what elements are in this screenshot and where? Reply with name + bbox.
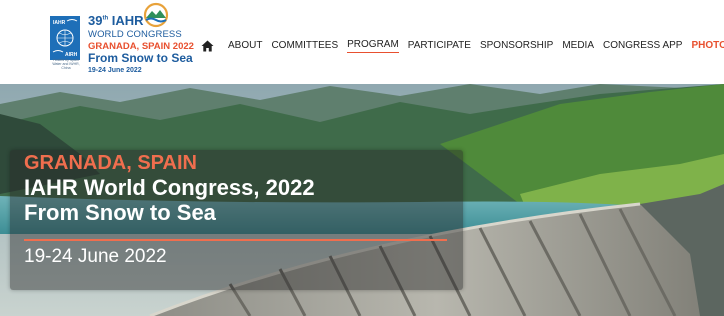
home-icon[interactable] (200, 39, 214, 53)
hero-theme: From Snow to Sea (24, 200, 216, 225)
hero-dates: 19-24 June 2022 (24, 246, 167, 267)
nav-media[interactable]: MEDIA (562, 40, 594, 53)
badge-note: Hosted by Spain Water and IWHR, China (52, 58, 80, 70)
nav-congress-app[interactable]: CONGRESS APP (603, 40, 682, 53)
badge-top-text: IAHR (53, 20, 66, 26)
hero-banner: GRANADA, SPAIN IAHR World Congress, 2022… (0, 84, 724, 316)
logo-edition: 39th IAHR (88, 13, 144, 28)
nav-committees[interactable]: COMMITTEES (271, 40, 338, 53)
hero-title: IAHR World Congress, 2022 (24, 175, 315, 200)
congress-logo[interactable]: IAHR AIRH Hosted by Spain Water and IWHR… (50, 2, 194, 82)
logo-world-congress: WORLD CONGRESS (88, 29, 182, 40)
site-header: IAHR AIRH Hosted by Spain Water and IWHR… (0, 0, 724, 84)
nav-program[interactable]: PROGRAM (347, 39, 399, 53)
hero-text-panel: GRANADA, SPAIN IAHR World Congress, 2022… (10, 150, 463, 290)
iahr-badge-icon: IAHR AIRH (50, 16, 80, 60)
mountain-sun-emblem-icon (143, 2, 169, 28)
hero-divider (24, 239, 447, 241)
nav-participate[interactable]: PARTICIPATE (408, 40, 471, 53)
main-nav: ABOUT COMMITTEES PROGRAM PARTICIPATE SPO… (200, 36, 724, 56)
nav-about[interactable]: ABOUT (228, 40, 262, 53)
hero-city: GRANADA, SPAIN (24, 152, 197, 174)
nav-sponsorship[interactable]: SPONSORSHIP (480, 40, 553, 53)
logo-theme: From Snow to Sea (88, 51, 193, 65)
logo-dates: 19-24 June 2022 (88, 67, 142, 74)
nav-photos[interactable]: PHOTOS (691, 40, 724, 53)
